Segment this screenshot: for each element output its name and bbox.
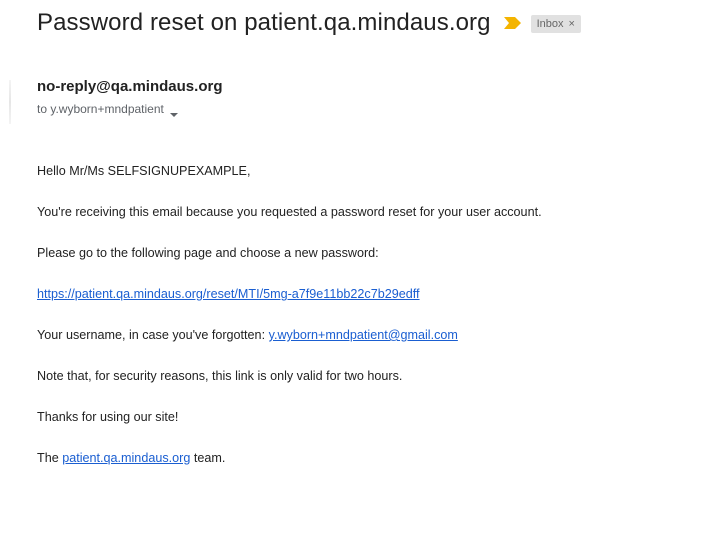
email-subject: Password reset on patient.qa.mindaus.org [37, 9, 491, 36]
inbox-label-chip[interactable]: Inbox × [530, 15, 581, 33]
signoff-suffix: team. [190, 451, 226, 465]
remove-label-icon[interactable]: × [569, 16, 575, 32]
reason-line: You're receiving this email because you … [37, 205, 542, 219]
inbox-label-text: Inbox [536, 18, 564, 30]
greeting-line: Hello Mr/Ms SELFSIGNUPEXAMPLE, [37, 164, 251, 178]
username-line: Your username, in case you've forgotten:… [37, 326, 458, 344]
site-link[interactable]: patient.qa.mindaus.org [62, 451, 190, 465]
email-view: Password reset on patient.qa.mindaus.org… [0, 0, 701, 556]
username-prefix: Your username, in case you've forgotten: [37, 328, 269, 342]
signoff-line: The patient.qa.mindaus.org team. [37, 449, 225, 467]
subject-row: Password reset on patient.qa.mindaus.org… [37, 6, 581, 40]
username-email-link[interactable]: y.wyborn+mndpatient@gmail.com [269, 328, 458, 342]
reset-link-line: https://patient.qa.mindaus.org/reset/MTI… [37, 285, 420, 303]
thanks-line: Thanks for using our site! [37, 410, 179, 424]
importance-marker-icon[interactable] [503, 16, 523, 30]
security-note-line: Note that, for security reasons, this li… [37, 369, 403, 383]
instruction-line: Please go to the following page and choo… [37, 246, 379, 260]
sender-block: no-reply@qa.mindaus.org to y.wyborn+mndp… [37, 77, 222, 117]
recipient-text: to y.wyborn+mndpatient [37, 102, 164, 116]
signoff-prefix: The [37, 451, 63, 465]
reset-password-link[interactable]: https://patient.qa.mindaus.org/reset/MTI… [37, 287, 420, 301]
chevron-down-icon[interactable] [169, 106, 178, 117]
recipient-line[interactable]: to y.wyborn+mndpatient [37, 101, 222, 117]
sender-address: no-reply@qa.mindaus.org [37, 78, 223, 95]
sender-avatar-edge [9, 80, 11, 124]
